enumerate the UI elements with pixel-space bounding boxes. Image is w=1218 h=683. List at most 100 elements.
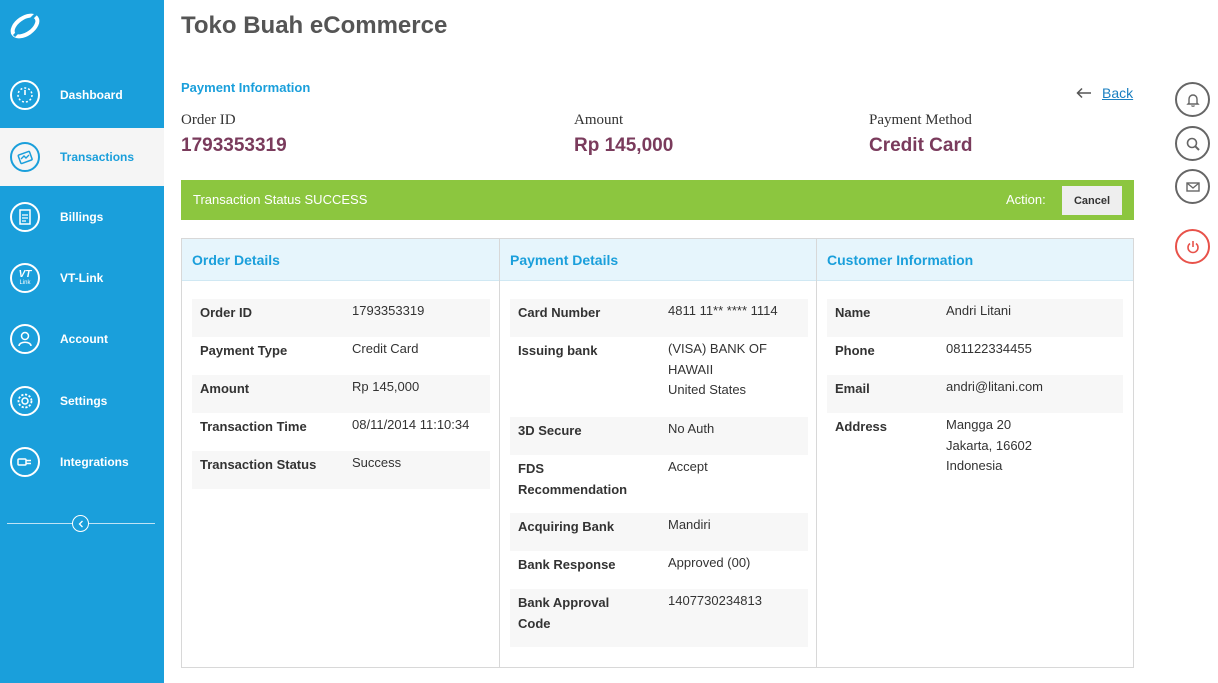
search-icon [1186, 137, 1200, 151]
search-button[interactable] [1175, 126, 1210, 161]
sidebar-item-billings[interactable]: Billings [0, 188, 164, 246]
detail-value: Credit Card [352, 341, 419, 356]
detail-value: (VISA) BANK OF HAWAII United States [668, 341, 767, 397]
sidebar-item-vt-link[interactable]: VT Link VT-Link [0, 249, 164, 307]
account-icon [10, 324, 40, 354]
sidebar-item-label: Integrations [60, 455, 129, 469]
detail-value: No Auth [668, 421, 715, 436]
detail-key: Card Number [518, 305, 601, 320]
collapse-sidebar-button[interactable] [72, 515, 89, 532]
detail-row: 3D Secure No Auth [510, 417, 808, 455]
payment-method-label: Payment Method [869, 112, 972, 128]
transaction-details-panel: Order Details Order ID 1793353319 Payment… [181, 238, 1134, 668]
notifications-button[interactable] [1175, 82, 1210, 117]
vt-link-icon-subtext: Link [19, 280, 31, 286]
detail-value: Mangga 20 Jakarta, 16602 Indonesia [946, 417, 1033, 473]
detail-key: Amount [200, 381, 250, 396]
sidebar-item-account[interactable]: Account [0, 310, 164, 368]
sidebar-item-label: Settings [60, 394, 108, 408]
detail-row: Transaction Status Success [192, 451, 490, 489]
vt-link-icon-text: VT [18, 269, 32, 280]
payment-method-value: Credit Card [869, 135, 973, 156]
sidebar: Dashboard Transactions Billings VT Link … [0, 0, 164, 683]
sidebar-item-label: Transactions [60, 150, 135, 164]
customer-information-heading: Customer Information [817, 239, 1133, 281]
sidebar-item-dashboard[interactable]: Dashboard [0, 66, 164, 124]
action-label: Action: [1006, 192, 1046, 207]
power-icon [1186, 240, 1199, 253]
dashboard-icon [10, 80, 40, 110]
detail-row: Email andri@litani.com [827, 375, 1123, 413]
detail-key: Order ID [200, 305, 253, 320]
detail-value: 4811 11** **** 1114 [668, 303, 778, 318]
arrow-left-icon [1076, 87, 1091, 99]
amount-label: Amount [574, 112, 624, 128]
detail-row: Card Number 4811 11** **** 1114 [510, 299, 808, 337]
sidebar-item-integrations[interactable]: Integrations [0, 433, 164, 491]
detail-value: 1407730234813 [668, 593, 762, 608]
transaction-status-bar: Transaction Status SUCCESS Action: Cance… [181, 180, 1134, 220]
back-link-label: Back [1102, 85, 1134, 101]
detail-row: Acquiring Bank Mandiri [510, 513, 808, 551]
detail-key: Email [835, 381, 870, 396]
detail-key: Transaction Time [200, 419, 307, 434]
order-id-label: Order ID [181, 112, 236, 128]
detail-row: Address Mangga 20 Jakarta, 16602 Indonesi… [827, 413, 1123, 493]
cancel-button[interactable]: Cancel [1062, 186, 1122, 215]
detail-key: Address [835, 419, 888, 434]
sidebar-item-label: Billings [60, 210, 104, 224]
payment-details-heading: Payment Details [500, 239, 816, 281]
detail-key: Bank Approval Code [518, 595, 610, 631]
detail-row: Bank Response Approved (00) [510, 551, 808, 589]
order-id-value: 1793353319 [181, 135, 287, 156]
sidebar-item-transactions[interactable]: Transactions [0, 128, 164, 186]
settings-icon [10, 386, 40, 416]
transactions-icon [10, 142, 40, 172]
vt-link-icon: VT Link [10, 263, 40, 293]
detail-row: Order ID 1793353319 [192, 299, 490, 337]
order-details-column: Order Details Order ID 1793353319 Payment… [182, 239, 500, 667]
detail-value: Rp 145,000 [352, 379, 420, 394]
messages-button[interactable] [1175, 169, 1210, 204]
customer-information-column: Customer Information Name Andri Litani Ph… [817, 239, 1133, 667]
amount-value: Rp 145,000 [574, 135, 674, 156]
detail-row: Bank Approval Code 1407730234813 [510, 589, 808, 647]
detail-key: Bank Response [518, 557, 616, 572]
detail-row: Name Andri Litani [827, 299, 1123, 337]
back-link[interactable]: Back [1076, 85, 1133, 101]
integrations-icon [10, 447, 40, 477]
detail-value: andri@litani.com [946, 379, 1044, 394]
detail-key: Payment Type [200, 343, 288, 358]
page-title: Toko Buah eCommerce [181, 12, 448, 39]
status-text: Transaction Status SUCCESS [193, 192, 368, 207]
detail-row: Amount Rp 145,000 [192, 375, 490, 413]
detail-row: Payment Type Credit Card [192, 337, 490, 375]
sidebar-item-label: VT-Link [60, 271, 104, 285]
detail-key: Name [835, 305, 871, 320]
detail-value: Approved (00) [668, 555, 751, 570]
chevron-left-icon [78, 520, 83, 527]
sidebar-item-settings[interactable]: Settings [0, 372, 164, 430]
detail-value: Success [352, 455, 402, 470]
brand-logo-icon[interactable] [8, 8, 42, 42]
detail-value: 081122334455 [946, 341, 1032, 356]
detail-value: 08/11/2014 11:10:34 [352, 417, 470, 432]
bell-icon [1185, 93, 1200, 107]
detail-key: FDS Recommendation [518, 461, 628, 497]
detail-value: Accept [668, 459, 708, 474]
detail-value: Andri Litani [946, 303, 1012, 318]
billings-icon [10, 202, 40, 232]
mail-icon [1185, 181, 1200, 192]
detail-row: FDS Recommendation Accept [510, 455, 808, 513]
detail-row: Issuing bank (VISA) BANK OF HAWAII United… [510, 337, 808, 417]
detail-key: Transaction Status [200, 457, 317, 472]
detail-value: 1793353319 [352, 303, 425, 318]
payment-details-column: Payment Details Card Number 4811 11** ***… [500, 239, 817, 667]
detail-row: Phone 081122334455 [827, 337, 1123, 375]
sidebar-item-label: Dashboard [60, 88, 123, 102]
sidebar-item-label: Account [60, 332, 108, 346]
logout-button[interactable] [1175, 229, 1210, 264]
order-details-heading: Order Details [182, 239, 499, 281]
detail-key: Issuing bank [518, 343, 598, 358]
detail-value: Mandiri [668, 517, 711, 532]
